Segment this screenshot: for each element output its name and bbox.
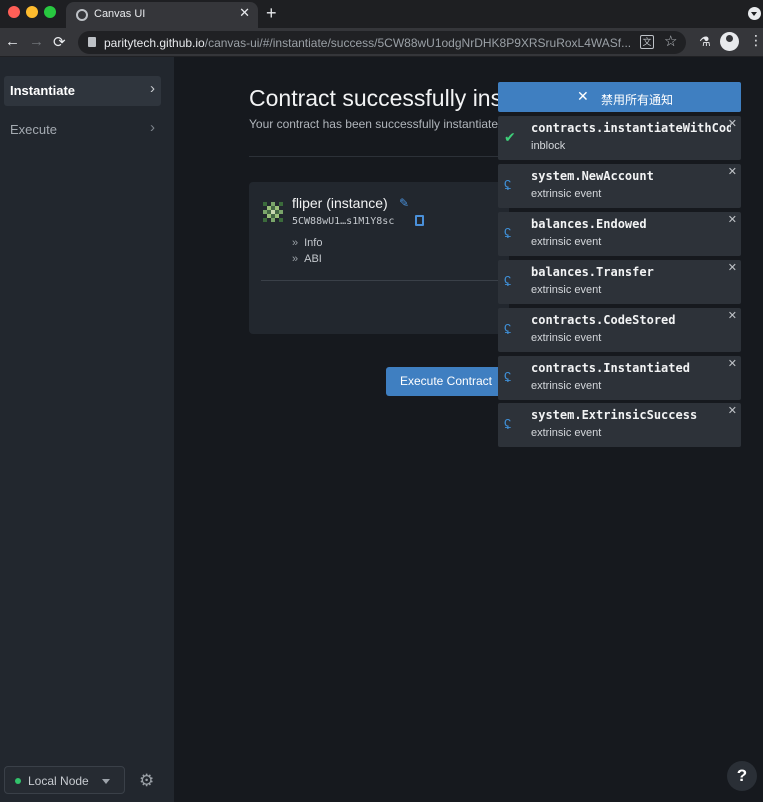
chevron-right-icon: › <box>150 80 155 97</box>
chevron-right-icon: › <box>150 119 155 136</box>
minimize-window-button[interactable] <box>26 6 38 18</box>
sidebar-item-execute[interactable]: Execute › <box>4 115 161 145</box>
new-tab-button[interactable]: + <box>266 3 277 24</box>
notification[interactable]: ʢ balances.Transfer extrinsic event ✕ <box>498 260 741 304</box>
profile-icon[interactable] <box>720 32 739 51</box>
node-label: Local Node <box>28 774 89 788</box>
ear-icon: ʢ <box>504 225 511 241</box>
sidebar-item-instantiate[interactable]: Instantiate › <box>4 76 161 106</box>
check-icon: ✔ <box>504 129 516 145</box>
close-icon[interactable]: ✕ <box>728 213 737 226</box>
notification-subtitle: extrinsic event <box>531 380 602 392</box>
notification-subtitle: extrinsic event <box>531 236 602 248</box>
caret-down-icon <box>102 779 110 784</box>
forward-icon[interactable]: → <box>29 33 44 50</box>
notification-subtitle: extrinsic event <box>531 284 602 296</box>
notification-title: balances.Transfer <box>531 265 654 279</box>
node-selector[interactable]: Local Node <box>4 766 125 794</box>
notification-title: balances.Endowed <box>531 217 647 231</box>
notification[interactable]: ʢ system.ExtrinsicSuccess extrinsic even… <box>498 403 741 447</box>
lock-icon[interactable] <box>88 37 96 47</box>
tab-search-icon[interactable] <box>748 7 761 20</box>
notification-title: contracts.CodeStored <box>531 313 676 327</box>
notification[interactable]: ʢ contracts.Instantiated extrinsic event… <box>498 356 741 400</box>
edit-icon[interactable]: ✎ <box>399 196 409 210</box>
double-chevron-icon: » <box>292 253 299 265</box>
notification-subtitle: extrinsic event <box>531 427 602 439</box>
contract-address: 5CW88wU1…s1M1Y8sc <box>292 216 395 227</box>
notification[interactable]: ✔ contracts.instantiateWithCode inblock … <box>498 116 741 160</box>
page-subtitle: Your contract has been successfully inst… <box>249 117 505 131</box>
node-status-dot <box>15 778 21 784</box>
notification-title: contracts.instantiateWithCode <box>531 121 731 135</box>
close-icon[interactable]: ✕ <box>728 117 737 130</box>
notification-subtitle: inblock <box>531 140 566 152</box>
address-bar: ← → ⟳ paritytech.github.io/canvas-ui/#/i… <box>0 28 763 57</box>
divider <box>249 156 509 157</box>
ear-icon: ʢ <box>504 416 511 432</box>
notification[interactable]: ʢ contracts.CodeStored extrinsic event ✕ <box>498 308 741 352</box>
execute-contract-button[interactable]: Execute Contract <box>386 367 506 396</box>
ear-icon: ʢ <box>504 321 511 337</box>
url-text: paritytech.github.io/canvas-ui/#/instant… <box>104 36 632 50</box>
close-icon: ✕ <box>577 88 589 104</box>
extension-icon[interactable]: ⚗ <box>699 34 711 50</box>
notification[interactable]: ʢ balances.Endowed extrinsic event ✕ <box>498 212 741 256</box>
contract-card: fliper (instance) ✎ 5CW88wU1…s1M1Y8sc » I… <box>249 182 509 334</box>
dismiss-all-notifications-button[interactable]: ✕ 禁用所有通知 <box>498 82 741 112</box>
sidebar-item-label: Instantiate <box>10 83 76 98</box>
globe-icon <box>76 9 88 21</box>
translate-icon[interactable]: 文 <box>640 35 654 49</box>
notification-subtitle: extrinsic event <box>531 332 602 344</box>
sidebar: Instantiate › Execute › Local Node ⚙ <box>0 57 174 802</box>
notification-title: contracts.Instantiated <box>531 361 690 375</box>
copy-icon[interactable] <box>415 215 424 226</box>
url-input[interactable]: paritytech.github.io/canvas-ui/#/instant… <box>78 31 686 54</box>
info-link[interactable]: » Info <box>292 237 322 249</box>
ear-icon: ʢ <box>504 273 511 289</box>
contract-identicon <box>263 202 283 222</box>
tab-title: Canvas UI <box>94 8 146 20</box>
reload-icon[interactable]: ⟳ <box>53 33 66 51</box>
gear-icon[interactable]: ⚙ <box>139 771 154 791</box>
back-icon[interactable]: ← <box>5 33 20 50</box>
tab-close-icon[interactable]: ✕ <box>239 5 250 21</box>
star-icon[interactable]: ☆ <box>664 32 677 50</box>
close-window-button[interactable] <box>8 6 20 18</box>
browser-tab-bar: Canvas UI ✕ + <box>0 0 763 28</box>
close-icon[interactable]: ✕ <box>728 357 737 370</box>
maximize-window-button[interactable] <box>44 6 56 18</box>
contract-name: fliper (instance) <box>292 195 388 211</box>
close-icon[interactable]: ✕ <box>728 404 737 417</box>
notification-subtitle: extrinsic event <box>531 188 602 200</box>
divider <box>261 280 501 281</box>
close-icon[interactable]: ✕ <box>728 309 737 322</box>
notification[interactable]: ʢ system.NewAccount extrinsic event ✕ <box>498 164 741 208</box>
dismiss-all-label: 禁用所有通知 <box>601 93 674 107</box>
ear-icon: ʢ <box>504 177 511 193</box>
sidebar-item-label: Execute <box>10 122 57 137</box>
ear-icon: ʢ <box>504 369 511 385</box>
abi-link[interactable]: » ABI <box>292 253 322 265</box>
help-button[interactable]: ? <box>727 761 757 791</box>
browser-tab[interactable]: Canvas UI ✕ <box>66 2 258 28</box>
close-icon[interactable]: ✕ <box>728 261 737 274</box>
more-icon[interactable]: ⋮ <box>749 32 763 49</box>
notification-title: system.NewAccount <box>531 169 654 183</box>
close-icon[interactable]: ✕ <box>728 165 737 178</box>
double-chevron-icon: » <box>292 237 299 249</box>
notification-title: system.ExtrinsicSuccess <box>531 408 698 422</box>
